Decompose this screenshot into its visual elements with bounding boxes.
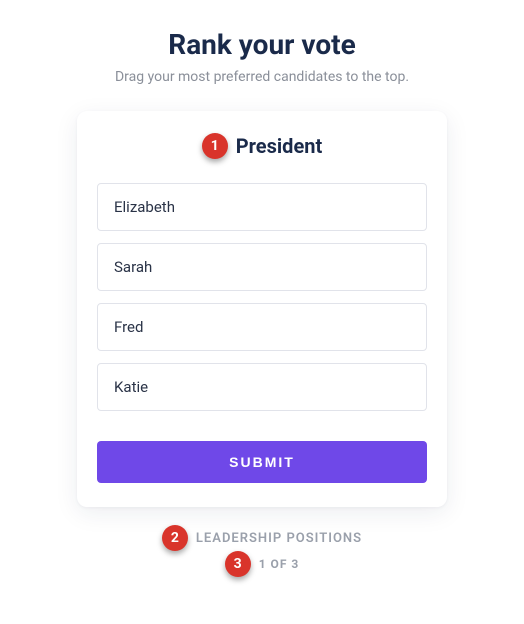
candidate-list[interactable]: Elizabeth Sarah Fred Katie — [97, 183, 427, 411]
annotation-badge-3: 3 — [225, 551, 251, 577]
candidate-item[interactable]: Elizabeth — [97, 183, 427, 231]
footer-collection-label: LEADERSHIP POSITIONS — [196, 531, 362, 546]
candidate-item[interactable]: Sarah — [97, 243, 427, 291]
footer: 2 LEADERSHIP POSITIONS 3 1 OF 3 — [162, 525, 362, 577]
page-subtitle: Drag your most preferred candidates to t… — [115, 69, 409, 85]
candidate-item[interactable]: Katie — [97, 363, 427, 411]
footer-row-label: 2 LEADERSHIP POSITIONS — [162, 525, 362, 551]
page: Rank your vote Drag your most preferred … — [0, 0, 524, 577]
card-title: President — [236, 134, 322, 158]
vote-card: 1 President Elizabeth Sarah Fred Katie S… — [77, 111, 447, 507]
footer-row-progress: 3 1 OF 3 — [225, 551, 300, 577]
submit-button[interactable]: SUBMIT — [97, 441, 427, 483]
annotation-badge-2: 2 — [162, 525, 188, 551]
footer-progress: 1 OF 3 — [259, 557, 300, 571]
candidate-item[interactable]: Fred — [97, 303, 427, 351]
card-title-row: 1 President — [97, 133, 427, 159]
page-title: Rank your vote — [168, 28, 356, 61]
annotation-badge-1: 1 — [202, 133, 228, 159]
